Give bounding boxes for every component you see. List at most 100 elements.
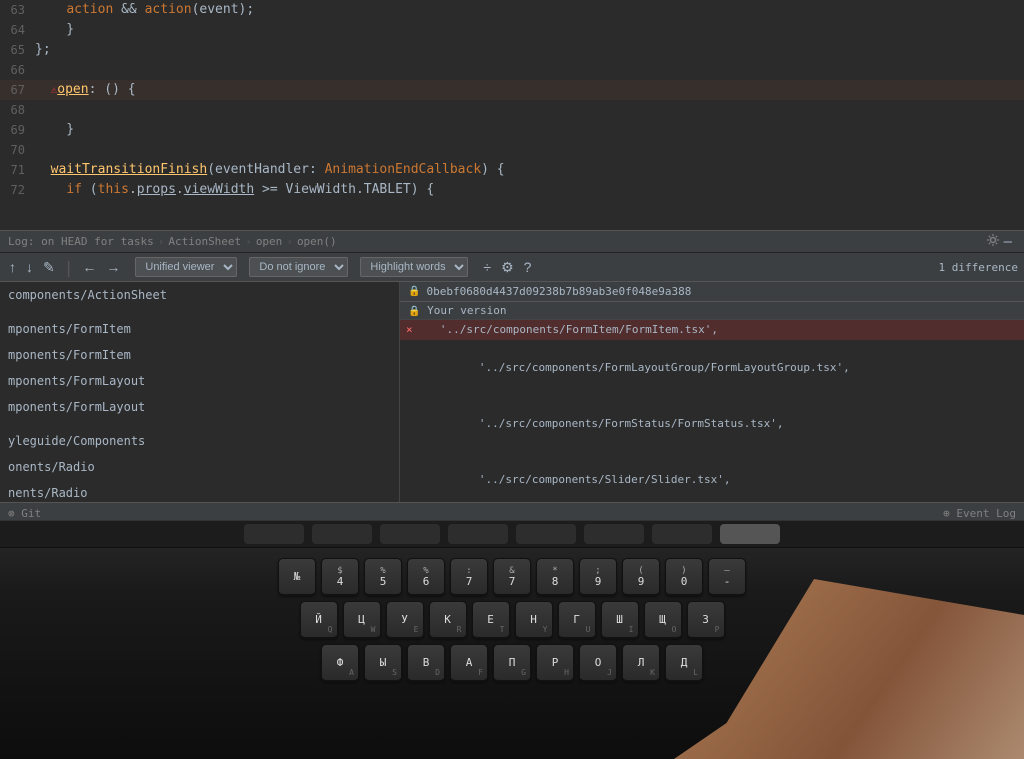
line-content: } — [35, 20, 1024, 40]
file-item[interactable]: yleguide/Components — [0, 428, 399, 454]
settings-btn[interactable]: ⚙ — [498, 258, 517, 277]
key-label: З — [702, 614, 709, 625]
file-item[interactable]: onents/Radio — [0, 454, 399, 480]
key-6[interactable]: % 6 — [407, 558, 445, 596]
touchbar-key[interactable] — [244, 524, 304, 544]
code-line-68: 68 — [0, 100, 1024, 120]
line-number: 68 — [0, 100, 35, 120]
key-bottom: 8 — [552, 576, 559, 587]
key-n[interactable]: Н Y — [515, 601, 553, 639]
key-label: № — [294, 571, 301, 582]
key-no[interactable]: № — [278, 558, 316, 596]
left-arrow-btn[interactable]: ← — [79, 258, 99, 276]
key-p[interactable]: П G — [493, 644, 531, 682]
key-7a[interactable]: : 7 — [450, 558, 488, 596]
key-j[interactable]: Й Q — [300, 601, 338, 639]
key-7b[interactable]: & 7 — [493, 558, 531, 596]
key-o[interactable]: О J — [579, 644, 617, 682]
down-arrow-btn[interactable]: ↓ — [23, 258, 36, 276]
key-label: Р — [552, 657, 559, 668]
key-shch[interactable]: Щ O — [644, 601, 682, 639]
touchbar-key[interactable] — [380, 524, 440, 544]
key-9b[interactable]: ( 9 — [622, 558, 660, 596]
git-label[interactable]: ⊗ Git — [8, 507, 41, 520]
key-latin: O — [672, 625, 677, 634]
key-ye[interactable]: Е T — [472, 601, 510, 639]
key-g[interactable]: Г U — [558, 601, 596, 639]
key-latin: K — [650, 668, 655, 677]
code-lines: 63 action && action(event); 64 } 65 }; 6… — [0, 0, 1024, 200]
touchbar-key[interactable] — [652, 524, 712, 544]
settings-icon[interactable] — [986, 233, 1000, 247]
key-latin: L — [693, 668, 698, 677]
log-label: Log: on HEAD for tasks — [8, 235, 154, 248]
key-label: Й — [315, 614, 322, 625]
touchbar-key[interactable] — [584, 524, 644, 544]
key-f[interactable]: Ф A — [321, 644, 359, 682]
breadcrumb-open2[interactable]: open() — [297, 235, 337, 248]
key-bottom: 6 — [423, 576, 430, 587]
line-content: action && action(event); — [35, 0, 1024, 20]
key-9a[interactable]: ; 9 — [579, 558, 617, 596]
touchbar-key[interactable] — [516, 524, 576, 544]
touchbar-key[interactable] — [720, 524, 780, 544]
key-sh[interactable]: Ш I — [601, 601, 639, 639]
key-label: Ш — [616, 614, 623, 625]
breadcrumb-sep2: › — [245, 235, 252, 248]
key-bottom: 7 — [509, 576, 516, 587]
file-item[interactable]: nents/Radio — [0, 480, 399, 502]
key-5[interactable]: % 5 — [364, 558, 402, 596]
touchbar-key[interactable] — [312, 524, 372, 544]
file-item[interactable]: mponents/FormLayout — [0, 394, 399, 420]
line-number: 64 — [0, 20, 35, 40]
key-u[interactable]: У E — [386, 601, 424, 639]
key-z[interactable]: З P — [687, 601, 725, 639]
key-c[interactable]: Ц W — [343, 601, 381, 639]
key-k[interactable]: К R — [429, 601, 467, 639]
key-r[interactable]: Р H — [536, 644, 574, 682]
key-a[interactable]: А F — [450, 644, 488, 682]
right-arrow-btn[interactable]: → — [103, 258, 123, 276]
file-item[interactable]: mponents/FormItem — [0, 316, 399, 342]
key-4[interactable]: $ 4 — [321, 558, 359, 596]
key-v[interactable]: В D — [407, 644, 445, 682]
diff-line: '../src/components/FormLayoutGroup/FormL… — [400, 340, 1024, 396]
divide-btn[interactable]: ÷ — [480, 258, 494, 276]
diff-line-1: '../src/components/FormItem/FormItem.tsx… — [420, 321, 718, 339]
touchbar — [0, 520, 1024, 548]
file-item[interactable] — [0, 420, 399, 428]
breadcrumb-actionsheet[interactable]: ActionSheet — [168, 235, 241, 248]
key-y[interactable]: Ы S — [364, 644, 402, 682]
key-minus[interactable]: — - — [708, 558, 746, 596]
line-number: 69 — [0, 120, 35, 140]
key-bottom: 9 — [638, 576, 645, 587]
file-item[interactable] — [0, 308, 399, 316]
code-line-63: 63 action && action(event); — [0, 0, 1024, 20]
file-item[interactable]: components/ActionSheet — [0, 282, 399, 308]
file-item[interactable]: mponents/FormLayout — [0, 368, 399, 394]
line-number: 70 — [0, 140, 35, 160]
bottom-panel: ⊗ Git ⊕ Event Log — [0, 502, 1024, 520]
key-latin: T — [500, 625, 505, 634]
line-number: 66 — [0, 60, 35, 80]
viewer-dropdown[interactable]: Unified viewer — [135, 257, 237, 277]
key-latin: R — [457, 625, 462, 634]
key-l[interactable]: Л K — [622, 644, 660, 682]
key-label: К — [444, 614, 451, 625]
key-label: В — [423, 657, 430, 668]
edit-btn[interactable]: ✎ — [40, 258, 58, 277]
file-item[interactable]: mponents/FormItem — [0, 342, 399, 368]
help-btn[interactable]: ? — [521, 258, 535, 276]
file-list: components/ActionSheet mponents/FormItem… — [0, 282, 400, 502]
highlight-dropdown[interactable]: Highlight words — [360, 257, 468, 277]
key-8[interactable]: * 8 — [536, 558, 574, 596]
event-log-label[interactable]: ⊕ Event Log — [943, 507, 1016, 520]
touchbar-key[interactable] — [448, 524, 508, 544]
key-label: Г — [573, 614, 580, 625]
breadcrumb-bar: Log: on HEAD for tasks › ActionSheet › o… — [0, 230, 1024, 252]
breadcrumb-open1[interactable]: open — [256, 235, 283, 248]
ignore-dropdown[interactable]: Do not ignore — [249, 257, 348, 277]
key-0[interactable]: ) 0 — [665, 558, 703, 596]
up-arrow-btn[interactable]: ↑ — [6, 258, 19, 276]
key-d[interactable]: Д L — [665, 644, 703, 682]
